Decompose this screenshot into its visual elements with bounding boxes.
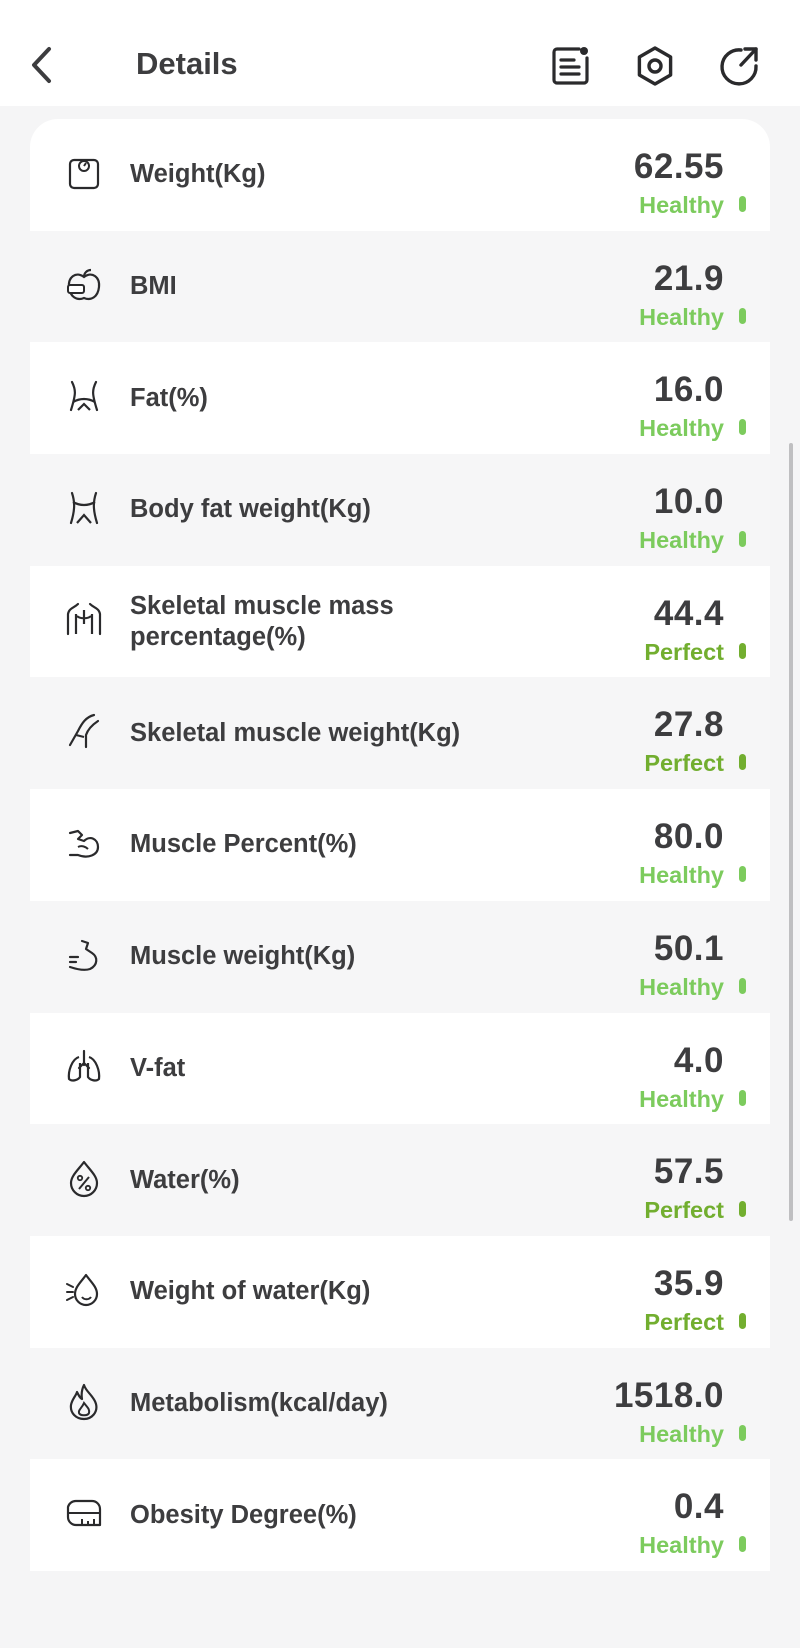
status-badge: Perfect	[644, 1197, 724, 1224]
status-badge: Healthy	[639, 415, 724, 442]
metric-label: Skeletal muscle weight(Kg)	[130, 718, 461, 747]
metric-label: Obesity Degree(%)	[130, 1500, 357, 1529]
status-badge: Healthy	[639, 973, 724, 1000]
metric-row-metabolism[interactable]: Metabolism(kcal/day) 1518.0 Healthy	[30, 1347, 770, 1460]
status-badge: Healthy	[639, 862, 724, 889]
status-badge: Healthy	[639, 192, 724, 218]
lungs-icon	[64, 1047, 104, 1087]
report-button[interactable]	[545, 40, 597, 92]
metric-value: 10.0	[653, 482, 724, 522]
leg-icon	[64, 711, 104, 751]
metric-label: Muscle Percent(%)	[130, 830, 357, 859]
metric-value: 80.0	[653, 817, 724, 857]
status-indicator	[739, 642, 746, 659]
status-indicator	[739, 754, 746, 771]
scale-icon	[64, 153, 104, 193]
metric-label: Weight(Kg)	[130, 160, 266, 189]
metric-label: Skeletal muscle mass percentage(%)	[130, 591, 394, 651]
status-badge: Perfect	[644, 1308, 724, 1335]
status-badge: Healthy	[639, 527, 724, 554]
top-bar: Details	[0, 0, 800, 106]
status-indicator	[739, 419, 746, 436]
settings-button[interactable]	[629, 40, 681, 92]
metrics-list: Weight(Kg) 62.55 Healthy BMI 21.9 Health…	[30, 119, 770, 1571]
arm-flex-icon	[64, 823, 104, 863]
back-button[interactable]	[22, 40, 62, 90]
status-indicator	[739, 307, 746, 324]
chevron-left-icon	[32, 47, 51, 83]
metric-row-fat[interactable]: Fat(%) 16.0 Healthy	[30, 342, 770, 455]
status-badge: Healthy	[639, 1420, 724, 1447]
metric-value: 1518.0	[613, 1375, 724, 1415]
share-button[interactable]	[713, 40, 765, 92]
metric-row-skeletal-muscle-mass-percentage[interactable]: Skeletal muscle mass percentage(%) 44.4 …	[30, 565, 770, 678]
apple-icon	[64, 265, 104, 305]
water-percent-icon	[64, 1158, 104, 1198]
metric-label: Water(%)	[130, 1165, 240, 1194]
status-badge: Healthy	[639, 303, 724, 330]
metric-row-skeletal-muscle-weight[interactable]: Skeletal muscle weight(Kg) 27.8 Perfect	[30, 677, 770, 790]
metric-row-weight[interactable]: Weight(Kg) 62.55 Healthy	[30, 119, 770, 231]
metric-value: 27.8	[653, 705, 724, 745]
status-indicator	[739, 531, 746, 548]
metric-value: 16.0	[653, 370, 724, 410]
bicep-icon	[64, 935, 104, 975]
metric-row-water[interactable]: Water(%) 57.5 Perfect	[30, 1124, 770, 1236]
status-indicator	[739, 1201, 746, 1218]
metric-value: 35.9	[653, 1263, 724, 1303]
metric-row-muscle-weight[interactable]: Muscle weight(Kg) 50.1 Healthy	[30, 900, 770, 1013]
status-indicator	[739, 1424, 746, 1441]
status-badge: Perfect	[644, 750, 724, 777]
metric-row-bmi[interactable]: BMI 21.9 Healthy	[30, 230, 770, 343]
metric-row-body-fat-weight[interactable]: Body fat weight(Kg) 10.0 Healthy	[30, 454, 770, 566]
report-icon	[552, 47, 589, 85]
metric-value: 4.0	[673, 1040, 724, 1080]
metric-row-weight-of-water[interactable]: Weight of water(Kg) 35.9 Perfect	[30, 1235, 770, 1348]
tape-measure-icon	[64, 1493, 104, 1533]
status-indicator	[739, 196, 746, 212]
scrollbar[interactable]	[789, 443, 793, 1221]
metric-label: BMI	[130, 272, 177, 301]
water-drop-icon	[64, 1270, 104, 1310]
status-indicator	[739, 977, 746, 994]
status-badge: Healthy	[639, 1532, 724, 1559]
gear-icon	[637, 46, 673, 86]
metric-value: 44.4	[653, 593, 724, 633]
metric-label: V-fat	[130, 1053, 186, 1082]
share-icon	[720, 47, 758, 86]
metric-label: Fat(%)	[130, 383, 208, 412]
page-title: Details	[136, 46, 238, 81]
status-indicator	[739, 1089, 746, 1106]
status-indicator	[739, 866, 746, 883]
metric-label: Muscle weight(Kg)	[130, 942, 356, 971]
status-badge: Perfect	[644, 638, 724, 665]
torso-icon	[64, 600, 104, 640]
metric-value: 0.4	[673, 1487, 724, 1527]
metric-label: Body fat weight(Kg)	[130, 495, 371, 524]
metric-row-v-fat[interactable]: V-fat 4.0 Healthy	[30, 1012, 770, 1125]
status-badge: Healthy	[639, 1085, 724, 1112]
status-indicator	[739, 1312, 746, 1329]
metric-value: 50.1	[653, 928, 724, 968]
metric-value: 21.9	[653, 258, 724, 298]
metric-label: Weight of water(Kg)	[130, 1277, 371, 1306]
hips-icon	[64, 488, 104, 528]
metric-row-obesity-degree[interactable]: Obesity Degree(%) 0.4 Healthy	[30, 1459, 770, 1571]
flame-icon	[64, 1382, 104, 1422]
metric-row-muscle-percent[interactable]: Muscle Percent(%) 80.0 Healthy	[30, 789, 770, 901]
metric-value: 57.5	[653, 1152, 724, 1192]
waist-icon	[64, 376, 104, 416]
status-indicator	[739, 1536, 746, 1553]
metric-label: Metabolism(kcal/day)	[130, 1388, 388, 1417]
metric-value: 62.55	[633, 147, 724, 186]
